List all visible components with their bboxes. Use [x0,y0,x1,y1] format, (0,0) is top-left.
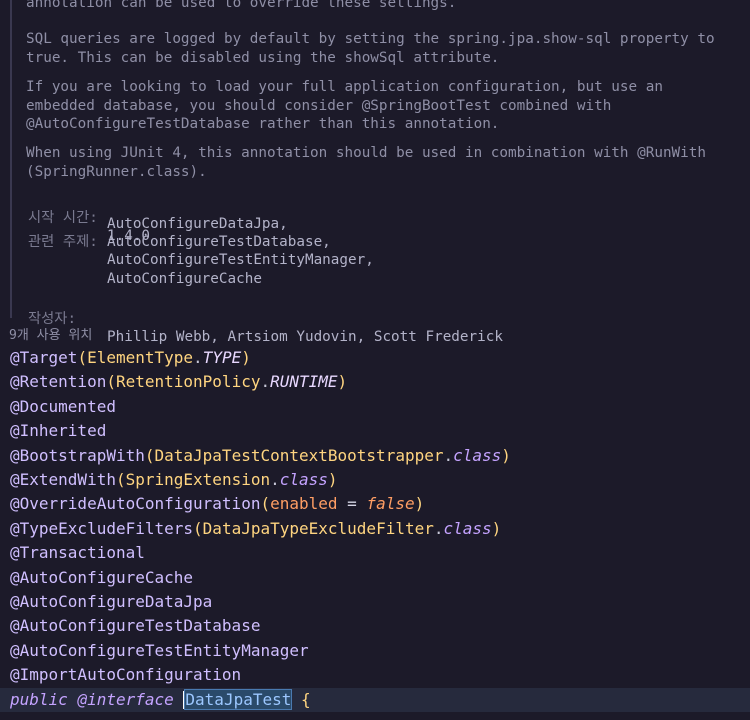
doc-paragraph-4: When using JUnit 4, this annotation shou… [26,144,741,218]
annotation-name[interactable]: @TypeExcludeFilters [10,519,193,538]
dot: . [443,445,454,465]
type-name-highlight[interactable]: DataJpaTest [184,688,293,710]
tag-see-label: 관련 주제: [28,234,98,251]
code-line-autoconfiguretestentitymanager[interactable]: @AutoConfigureTestEntityManager [0,639,750,663]
doc-line: true. This can be disabled using the sho… [26,49,500,66]
enum-constant[interactable]: TYPE [203,348,242,367]
see-link[interactable]: AutoConfigureDataJpa, [107,215,288,233]
code-line-extendwith[interactable]: @ExtendWith(SpringExtension.class) [0,468,750,492]
annotation-name[interactable]: @Retention [10,372,106,391]
annotation-name[interactable]: @OverrideAutoConfiguration [10,494,260,513]
doc-gutter-bar [10,0,12,318]
code-line-target[interactable]: @Target(ElementType.TYPE) [0,346,750,370]
doc-line: annotation can be used to override these… [26,0,457,11]
javadoc-popup: annotation can be used to override these… [0,0,750,345]
class-ref[interactable]: SpringExtension [126,470,271,489]
class-ref[interactable]: DataJpaTypeExcludeFilter [203,519,434,538]
doc-line: When using JUnit 4, this annotation shou… [26,145,706,161]
code-line-overrideautoconfiguration[interactable]: @OverrideAutoConfiguration(enabled = fal… [0,492,750,516]
doc-line: SQL queries are logged by default by set… [26,31,715,47]
annotation-name[interactable]: @AutoConfigureTestDatabase [10,616,260,635]
dot: . [433,518,444,538]
paren: ( [115,470,126,489]
paren: ( [77,348,88,367]
see-link[interactable]: AutoConfigureCache [107,270,262,288]
class-ref[interactable]: RetentionPolicy [116,372,261,391]
keyword: @interface [77,689,174,709]
code-line-documented[interactable]: @Documented [0,395,750,419]
see-link[interactable]: AutoConfigureTestEntityManager, [107,251,374,269]
code-line-bootstrapwith[interactable]: @BootstrapWith(DataJpaTestContextBootstr… [0,444,750,468]
annotation-name[interactable]: @AutoConfigureTestEntityManager [10,641,309,660]
code-line-typeexcludefilters[interactable]: @TypeExcludeFilters(DataJpaTypeExcludeFi… [0,517,750,541]
paren: ) [414,494,425,514]
doc-line: embedded database, you should consider @… [26,97,612,114]
keyword: class [453,445,502,465]
annotation-name[interactable]: @ImportAutoConfiguration [10,665,241,684]
class-ref[interactable]: DataJpaTestContextBootstrapper [155,446,444,465]
doc-line: (SpringRunner.class). [26,163,207,180]
code-line-autoconfigurecache[interactable]: @AutoConfigureCache [0,566,750,590]
tag-author-value: Phillip Webb, Artsiom Yudovin, Scott Fre… [107,329,503,346]
keyword: class [279,470,328,489]
equals: = [337,494,367,514]
code-line-transactional[interactable]: @Transactional [0,541,750,565]
dot: . [260,372,271,392]
dot: . [270,470,280,489]
annotation-name[interactable]: @AutoConfigureDataJpa [10,592,212,611]
keyword: class [443,518,492,538]
brace: { [301,689,311,709]
keyword: public [10,689,68,709]
paren: ( [193,518,203,538]
boolean-literal: false [366,494,415,514]
paren: ) [337,372,348,392]
dot: . [193,348,203,367]
paren: ) [491,518,502,538]
annotation-name[interactable]: @Inherited [10,421,106,440]
see-link[interactable]: AutoConfigureTestDatabase, [107,233,331,251]
annotation-name[interactable]: @BootstrapWith [10,446,145,465]
code-line-retention[interactable]: @Retention(RetentionPolicy.RUNTIME) [0,370,750,394]
class-ref[interactable]: ElementType [87,348,193,367]
annotation-name[interactable]: @ExtendWith [10,470,116,489]
code-line-autoconfiguretestdatabase[interactable]: @AutoConfigureTestDatabase [0,614,750,638]
paren: ( [260,494,271,514]
paren: ) [241,348,251,367]
annotation-name[interactable]: @AutoConfigureCache [10,568,193,587]
paren: ( [144,445,155,465]
doc-line: If you are looking to load your full app… [26,79,663,95]
usages-hint[interactable]: 9개 사용 위치 [9,324,92,343]
enum-constant[interactable]: RUNTIME [270,372,337,391]
parameter-name[interactable]: enabled [270,494,337,513]
annotation-name[interactable]: @Documented [10,397,116,416]
annotation-name[interactable]: @Target [10,348,77,367]
paren: ) [327,470,338,489]
code-line-importautoconfiguration[interactable]: @ImportAutoConfiguration [0,663,750,687]
doc-line: @AutoConfigureTestDatabase rather than t… [26,116,500,132]
code-line-autoconfiguredatajpa[interactable]: @AutoConfigureDataJpa [0,590,750,614]
paren: ) [501,445,511,465]
annotation-name[interactable]: @Transactional [10,543,145,562]
paren: ( [106,372,116,392]
code-line-inherited[interactable]: @Inherited [0,419,750,443]
code-line-declaration[interactable]: public @interface DataJpaTest { [0,687,750,712]
